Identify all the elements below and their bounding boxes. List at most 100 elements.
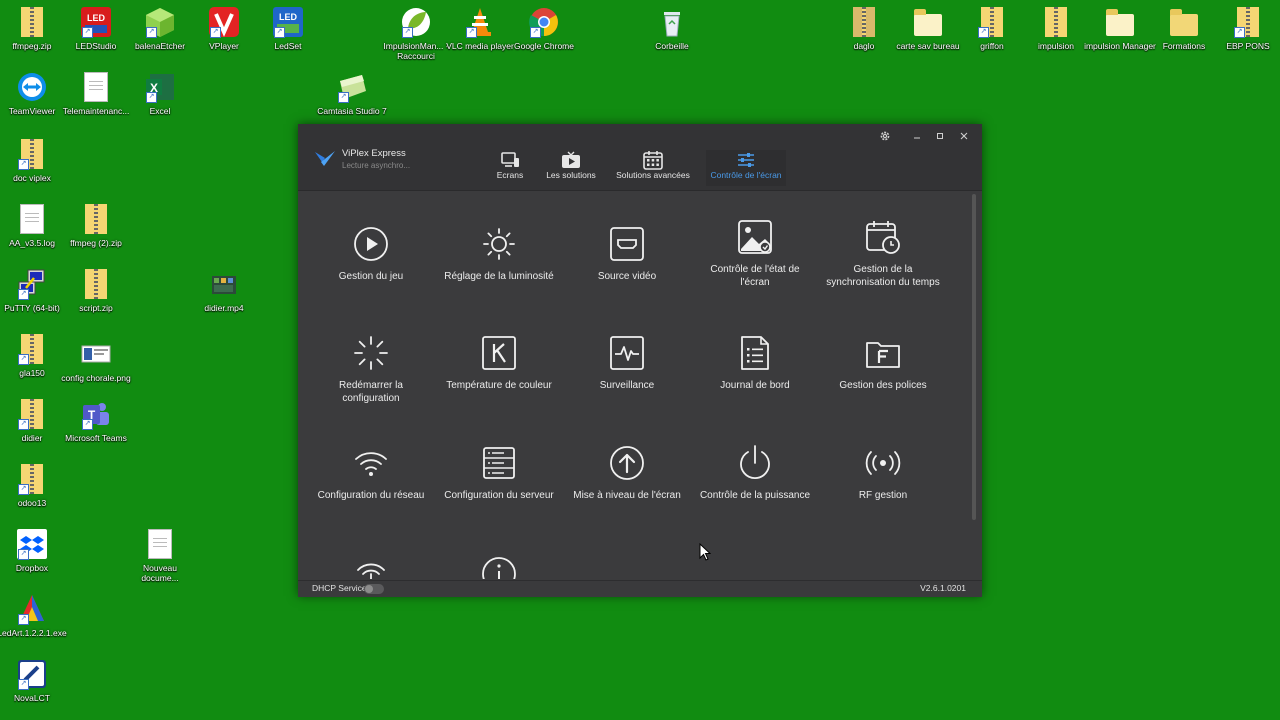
ledstudio-icon: LED ↗: [80, 6, 112, 38]
vertical-scrollbar[interactable]: [972, 194, 976, 520]
desktop-icon-label: Formations: [1162, 41, 1206, 51]
tile-label: Gestion de la synchronisation du temps: [826, 264, 940, 288]
desktop-icon-label: TeamViewer: [8, 106, 56, 116]
tile-label: RF gestion: [858, 490, 908, 501]
novalct-icon: ↗: [16, 658, 48, 690]
tile-configuration-reseau[interactable]: Configuration du réseau: [307, 431, 435, 539]
desktop-icon-label: Dropbox: [15, 563, 49, 573]
dhcp-service-toggle[interactable]: [364, 584, 384, 594]
desktop-icon-balenaetcher[interactable]: ↗ balenaEtcher: [128, 6, 192, 51]
desktop-icon-label: config chorale.png: [61, 373, 131, 383]
desktop-icon-putty[interactable]: ↗ PuTTY (64-bit): [0, 268, 64, 313]
pulse-monitor-icon: [610, 336, 644, 370]
mouse-cursor-icon: [699, 543, 711, 561]
tv-play-icon: [562, 151, 580, 168]
tab-ecrans[interactable]: Ecrans: [490, 150, 530, 186]
desktop-icon-label: LedArt.1.2.2.1.exe: [0, 628, 67, 638]
tile-label: Température de couleur: [446, 380, 552, 391]
desktop-icon-chrome[interactable]: ↗ Google Chrome: [512, 6, 576, 51]
image-file-icon: [80, 338, 112, 370]
desktop-icon-label: impulsion: [1038, 41, 1074, 51]
desktop-icon-ffmpeg-zip[interactable]: ffmpeg.zip: [0, 6, 64, 51]
desktop-icon-gla150[interactable]: ↗ gla150: [0, 333, 64, 378]
desktop-icon-dropbox[interactable]: ↗ Dropbox: [0, 528, 64, 573]
close-button[interactable]: [954, 128, 974, 144]
desktop-icon-nouveau-document[interactable]: Nouveau docume...: [128, 528, 192, 583]
desktop-icon-label: Camtasia Studio 7: [317, 106, 387, 116]
desktop-icon-label: VLC media player: [446, 41, 514, 51]
desktop-icon-ledset[interactable]: LED ↗ LedSet: [256, 6, 320, 51]
tab-les-solutions[interactable]: Les solutions: [544, 150, 598, 186]
viplex-logo-icon: [315, 151, 335, 166]
desktop-icon-aa-log[interactable]: AA_v3.5.log: [0, 203, 64, 248]
desktop-icon-ledstudio[interactable]: LED ↗ LEDStudio: [64, 6, 128, 51]
desktop-icon-vplayer[interactable]: ↗ VPlayer: [192, 6, 256, 51]
tile-gestion-polices[interactable]: Gestion des polices: [819, 321, 947, 429]
minimize-button[interactable]: [907, 128, 927, 144]
vplayer-icon: ↗: [208, 6, 240, 38]
desktop-icon-odoo13[interactable]: ↗ odoo13: [0, 463, 64, 508]
tile-antenna[interactable]: [307, 542, 435, 579]
desktop-icon-formations[interactable]: Formations: [1152, 6, 1216, 51]
document-icon: [144, 528, 176, 560]
tab-solutions-avancees[interactable]: Solutions avancées: [616, 150, 690, 186]
desktop-icon-telemaintenance[interactable]: Telemaintenanc...: [63, 71, 129, 116]
tile-mise-a-niveau-ecran[interactable]: Mise à niveau de l'écran: [563, 431, 691, 539]
desktop-icon-ffmpeg-2-zip[interactable]: ffmpeg (2).zip: [64, 203, 128, 248]
desktop-icon-didier-mp4[interactable]: didier.mp4: [192, 268, 256, 313]
ledart-icon: ↗: [16, 593, 48, 625]
desktop-icon-script-zip[interactable]: script.zip: [64, 268, 128, 313]
tile-redemarrer-configuration[interactable]: Redémarrer la configuration: [307, 321, 435, 429]
desktop-icon-label: Telemaintenanc...: [62, 106, 130, 116]
camtasia-icon: ↗: [336, 71, 368, 103]
tile-configuration-serveur[interactable]: Configuration du serveur: [435, 431, 563, 539]
desktop-icon-teamviewer[interactable]: TeamViewer: [0, 71, 64, 116]
zip-icon: ↗: [16, 398, 48, 430]
desktop-icon-novalct[interactable]: ↗ NovaLCT: [0, 658, 64, 703]
desktop-icon-label: LEDStudio: [75, 41, 117, 51]
tile-label: Gestion des polices: [839, 380, 927, 391]
settings-button[interactable]: [875, 128, 895, 144]
tab-controle-ecran[interactable]: Contrôle de l'écran: [706, 150, 786, 186]
tile-synchronisation-temps[interactable]: Gestion de la synchronisation du temps: [819, 205, 947, 313]
desktop-icon-excel[interactable]: X ↗ Excel: [128, 71, 192, 116]
tile-controle-etat-ecran[interactable]: Contrôle de l'état de l'écran: [691, 205, 819, 313]
maximize-icon: [937, 133, 943, 139]
desktop-icon-recycle-bin[interactable]: Corbeille: [640, 6, 704, 51]
folder-icon: [912, 6, 944, 38]
desktop-icon-vlc[interactable]: ↗ VLC media player: [446, 6, 514, 51]
desktop-icon-doc-viplex[interactable]: ↗ doc viplex: [0, 138, 64, 183]
desktop-icon-config-chorale[interactable]: config chorale.png: [61, 338, 131, 383]
wifi-icon: [355, 452, 387, 476]
loading-spinner-icon: [354, 336, 388, 370]
desktop-icon-didier[interactable]: ↗ didier: [0, 398, 64, 443]
desktop-icon-label: Google Chrome: [513, 41, 574, 51]
k-box-icon: [482, 336, 516, 370]
tile-information[interactable]: [435, 542, 563, 579]
desktop-icon-camtasia[interactable]: ↗ Camtasia Studio 7: [317, 71, 387, 116]
tile-source-video[interactable]: Source vidéo: [563, 212, 691, 320]
tile-gestion-du-jeu[interactable]: Gestion du jeu: [307, 212, 435, 320]
maximize-button[interactable]: [930, 128, 950, 144]
cube-icon: ↗: [144, 6, 176, 38]
tile-temperature-couleur[interactable]: Température de couleur: [435, 321, 563, 429]
power-icon: [740, 445, 770, 480]
desktop-icon-impulsion[interactable]: impulsion: [1024, 6, 1088, 51]
desktop-icon-griffon[interactable]: ↗ griffon: [960, 6, 1024, 51]
desktop-icon-teams[interactable]: T ↗ Microsoft Teams: [64, 398, 128, 443]
tile-controle-puissance[interactable]: Contrôle de la puissance: [691, 431, 819, 539]
ledset-icon: LED ↗: [272, 6, 304, 38]
desktop-icon-ebp-pons[interactable]: ↗ EBP PONS: [1216, 6, 1280, 51]
desktop-icon-impulsion-manager[interactable]: impulsion Manager: [1084, 6, 1156, 51]
tiles-overflow-row: [298, 524, 972, 579]
desktop-icon-carte-sav-bureau[interactable]: carte sav bureau: [896, 6, 960, 51]
tile-reglage-luminosite[interactable]: Réglage de la luminosité: [435, 212, 563, 320]
desktop-icon-impulsionmanager[interactable]: ↗ ImpulsionMan... - Raccourci: [383, 6, 449, 61]
desktop-icon-daglo[interactable]: daglo: [832, 6, 896, 51]
desktop-icon-ledart[interactable]: ↗ LedArt.1.2.2.1.exe: [0, 593, 67, 638]
vlc-cone-icon: ↗: [464, 6, 496, 38]
tile-surveillance[interactable]: Surveillance: [563, 321, 691, 429]
tile-label: Contrôle de la puissance: [699, 490, 811, 501]
tile-journal-de-bord[interactable]: Journal de bord: [691, 321, 819, 429]
tile-rf-gestion[interactable]: RF gestion: [819, 431, 947, 539]
